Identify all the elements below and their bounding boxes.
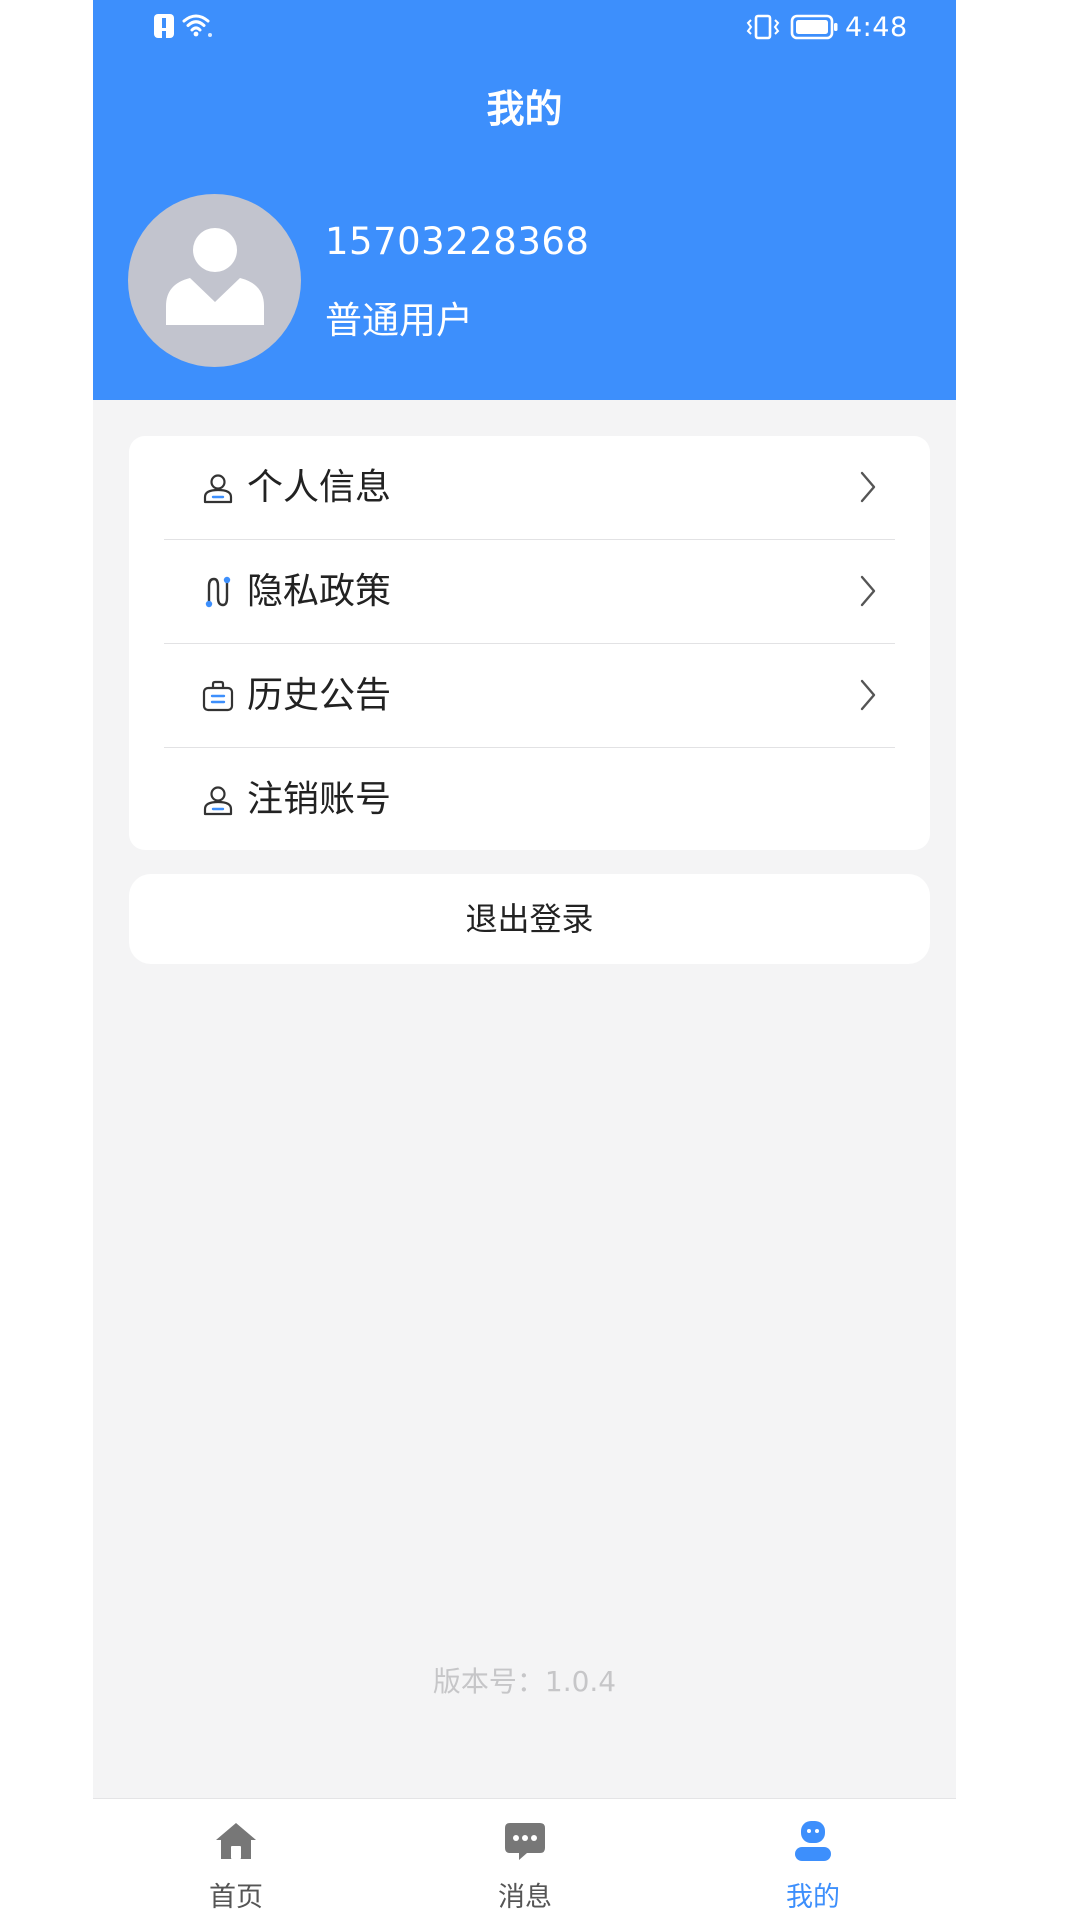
chevron-right-icon xyxy=(860,679,876,711)
menu-item-label: 历史公告 xyxy=(247,675,392,716)
logout-button[interactable]: 退出登录 xyxy=(129,874,930,964)
menu-item-history-notice[interactable]: 历史公告 xyxy=(164,644,895,748)
avatar[interactable] xyxy=(128,194,301,367)
menu-item-privacy-policy[interactable]: 隐私政策 xyxy=(164,540,895,644)
status-bar: 4:48 xyxy=(93,0,956,56)
tab-home[interactable]: 首页 xyxy=(156,1799,316,1920)
version-text: 版本号：1.0.4 xyxy=(432,1665,617,1698)
tab-messages[interactable]: 消息 xyxy=(445,1799,605,1920)
phone-screen: 4:48 我的 15703228368 普通用户 个人信息 隐私政策 历史公告 … xyxy=(93,0,956,1920)
notice-bag-icon xyxy=(202,680,234,712)
menu-item-label: 个人信息 xyxy=(247,467,392,508)
profile-header: 4:48 我的 15703228368 普通用户 xyxy=(93,0,956,400)
tab-label: 首页 xyxy=(209,1882,263,1913)
person-icon xyxy=(203,474,233,504)
menu-item-deactivate-account[interactable]: 注销账号 xyxy=(164,748,895,850)
tab-label: 消息 xyxy=(498,1882,552,1913)
menu-card: 个人信息 隐私政策 历史公告 注销账号 xyxy=(129,436,930,850)
profile-role: 普通用户 xyxy=(325,299,473,342)
bottom-tab-bar: 首页 消息 我的 xyxy=(93,1798,956,1920)
home-icon xyxy=(216,1823,256,1859)
route-icon xyxy=(205,576,231,608)
message-icon xyxy=(505,1823,545,1860)
profile-phone: 15703228368 xyxy=(325,220,590,263)
tab-label: 我的 xyxy=(786,1882,840,1913)
user-avatar-icon xyxy=(166,228,264,325)
profile-icon xyxy=(795,1821,831,1861)
menu-item-label: 注销账号 xyxy=(247,779,392,820)
wifi-icon xyxy=(182,14,212,37)
vibrate-icon xyxy=(746,14,780,40)
chevron-right-icon xyxy=(860,471,876,503)
status-time: 4:48 xyxy=(845,12,908,43)
page-title: 我的 xyxy=(486,87,563,131)
tab-mine[interactable]: 我的 xyxy=(733,1799,893,1920)
chevron-right-icon xyxy=(860,575,876,607)
menu-item-label: 隐私政策 xyxy=(247,571,392,612)
battery-icon xyxy=(790,14,838,40)
menu-item-personal-info[interactable]: 个人信息 xyxy=(164,436,895,540)
alert-icon xyxy=(154,14,174,38)
person-icon xyxy=(203,786,233,816)
